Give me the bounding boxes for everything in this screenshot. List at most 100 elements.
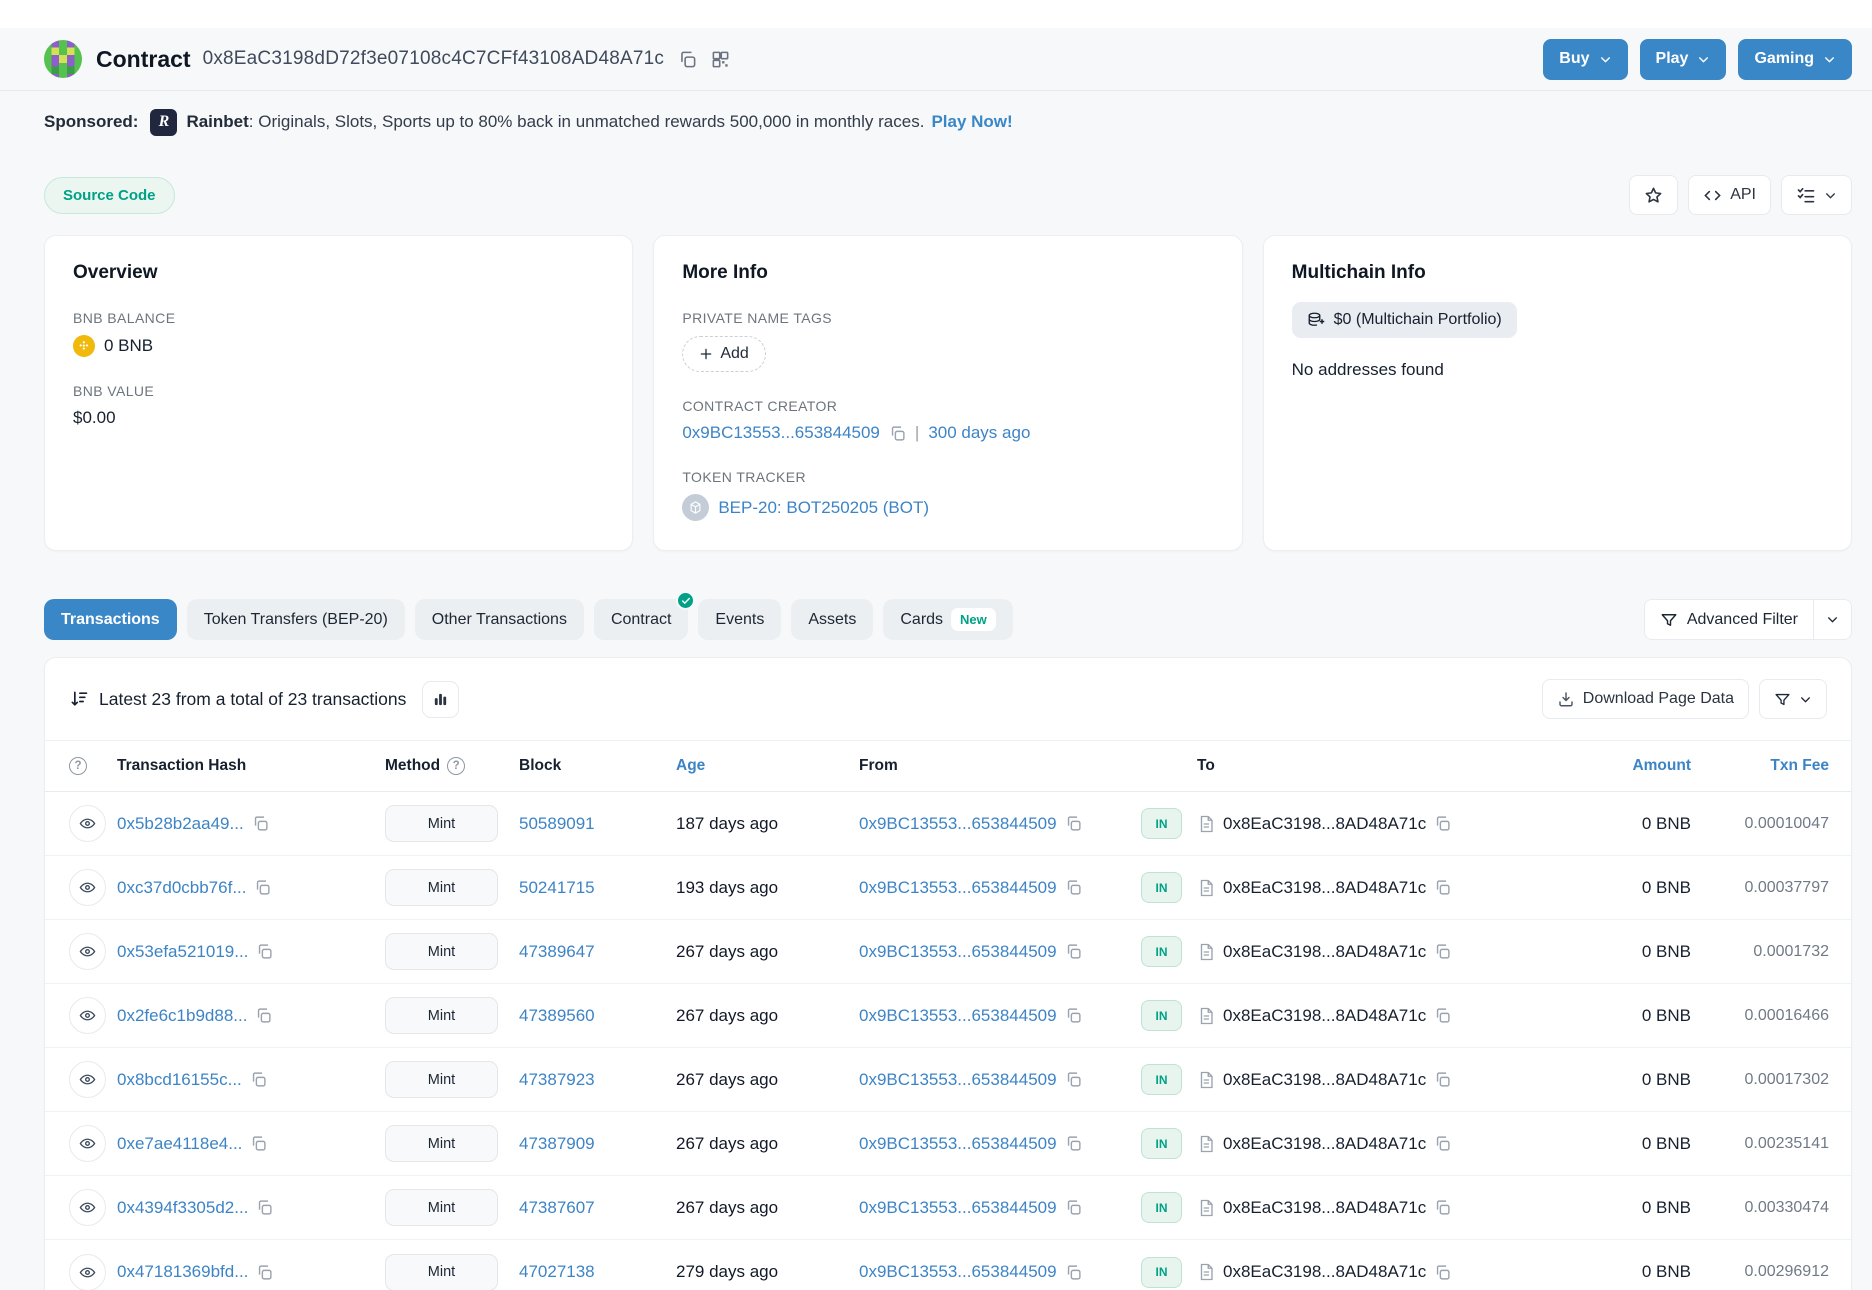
copy-icon[interactable] [1065,1199,1082,1216]
tab-cards[interactable]: CardsNew [883,599,1012,640]
method-badge[interactable]: Mint [385,933,498,970]
tx-preview-button[interactable] [69,997,106,1034]
token-tracker-link[interactable]: BEP-20: BOT250205 (BOT) [718,498,929,518]
copy-icon[interactable] [1065,815,1082,832]
tab-token-transfers-bep-20[interactable]: Token Transfers (BEP-20) [187,599,405,640]
copy-icon[interactable] [1434,943,1451,960]
block-link[interactable]: 47387909 [519,1134,595,1153]
copy-icon[interactable] [1065,1264,1082,1281]
copy-icon[interactable] [889,425,906,442]
from-address-link[interactable]: 0x9BC13553...653844509 [859,942,1057,962]
download-page-data-button[interactable]: Download Page Data [1542,679,1749,719]
creation-age-link[interactable]: 300 days ago [928,423,1030,443]
play-now-link[interactable]: Play Now! [931,112,1012,132]
from-address-link[interactable]: 0x9BC13553...653844509 [859,878,1057,898]
sponsored-label: Sponsored: [44,112,138,132]
tx-preview-button[interactable] [69,869,106,906]
copy-icon[interactable] [1434,1264,1451,1281]
tab-contract[interactable]: Contract [594,599,688,640]
from-address-link[interactable]: 0x9BC13553...653844509 [859,814,1057,834]
block-link[interactable]: 50241715 [519,878,595,897]
copy-icon[interactable] [250,1071,267,1088]
tx-preview-button[interactable] [69,805,106,842]
advanced-filter-caret[interactable] [1813,600,1851,639]
tx-preview-button[interactable] [69,1254,106,1290]
copy-icon[interactable] [250,1135,267,1152]
tx-hash-link[interactable]: 0x47181369bfd... [117,1262,248,1282]
col-amount-toggle[interactable]: Amount [1581,757,1691,775]
copy-icon[interactable] [1434,1199,1451,1216]
tx-preview-button[interactable] [69,1061,106,1098]
eye-icon [79,1199,96,1216]
tab-events[interactable]: Events [698,599,781,640]
chart-view-button[interactable] [422,681,459,718]
favorite-button[interactable] [1629,175,1678,215]
from-address-link[interactable]: 0x9BC13553...653844509 [859,1006,1057,1026]
qr-code-icon[interactable] [711,50,730,69]
method-badge[interactable]: Mint [385,1061,498,1098]
source-code-badge[interactable]: Source Code [44,177,175,214]
table-filter-button[interactable] [1759,679,1827,719]
advanced-filter-main[interactable]: Advanced Filter [1645,600,1813,639]
play-dropdown-button[interactable]: Play [1640,39,1727,80]
method-badge[interactable]: Mint [385,1189,498,1226]
copy-icon[interactable] [1065,879,1082,896]
block-link[interactable]: 50589091 [519,814,595,833]
copy-icon[interactable] [1065,1071,1082,1088]
add-name-tag-button[interactable]: Add [682,336,765,372]
tab-assets[interactable]: Assets [791,599,873,640]
tx-preview-button[interactable] [69,1189,106,1226]
tab-transactions[interactable]: Transactions [44,599,177,640]
tx-hash-link[interactable]: 0x5b28b2aa49... [117,814,244,834]
tx-hash-link[interactable]: 0x4394f3305d2... [117,1198,248,1218]
copy-icon[interactable] [1065,943,1082,960]
options-button[interactable] [1781,175,1852,215]
method-badge[interactable]: Mint [385,1254,498,1290]
from-address-link[interactable]: 0x9BC13553...653844509 [859,1134,1057,1154]
tx-hash-link[interactable]: 0xc37d0cbb76f... [117,878,246,898]
copy-icon[interactable] [1065,1135,1082,1152]
copy-icon[interactable] [256,943,273,960]
block-link[interactable]: 47387607 [519,1198,595,1217]
copy-icon[interactable] [1434,1007,1451,1024]
from-address-link[interactable]: 0x9BC13553...653844509 [859,1070,1057,1090]
tx-preview-button[interactable] [69,1125,106,1162]
method-badge[interactable]: Mint [385,997,498,1034]
tx-hash-link[interactable]: 0xe7ae4118e4... [117,1134,242,1154]
gaming-dropdown-button[interactable]: Gaming [1738,39,1852,80]
method-badge[interactable]: Mint [385,869,498,906]
api-button[interactable]: API [1688,175,1771,215]
copy-icon[interactable] [252,815,269,832]
method-badge[interactable]: Mint [385,1125,498,1162]
copy-icon[interactable] [1065,1007,1082,1024]
from-address-link[interactable]: 0x9BC13553...653844509 [859,1198,1057,1218]
col-fee-toggle[interactable]: Txn Fee [1691,757,1829,775]
tab-other-transactions[interactable]: Other Transactions [415,599,584,640]
method-badge[interactable]: Mint [385,805,498,842]
copy-icon[interactable] [254,879,271,896]
copy-icon[interactable] [1434,815,1451,832]
tx-hash-link[interactable]: 0x8bcd16155c... [117,1070,242,1090]
help-icon[interactable]: ? [447,757,465,775]
tx-preview-button[interactable] [69,933,106,970]
multichain-portfolio-badge[interactable]: $0 (Multichain Portfolio) [1292,302,1517,338]
block-link[interactable]: 47389560 [519,1006,595,1025]
block-link[interactable]: 47389647 [519,942,595,961]
creator-address-link[interactable]: 0x9BC13553...653844509 [682,423,880,443]
block-link[interactable]: 47027138 [519,1262,595,1281]
help-icon[interactable]: ? [69,757,87,775]
buy-dropdown-button[interactable]: Buy [1543,39,1627,80]
copy-address-icon[interactable] [678,50,697,69]
block-link[interactable]: 47387923 [519,1070,595,1089]
from-address-link[interactable]: 0x9BC13553...653844509 [859,1262,1057,1282]
copy-icon[interactable] [1434,1071,1451,1088]
tx-hash-link[interactable]: 0x2fe6c1b9d88... [117,1006,247,1026]
to-address: 0x8EaC3198...8AD48A71c [1223,1134,1426,1154]
tx-hash-link[interactable]: 0x53efa521019... [117,942,248,962]
copy-icon[interactable] [256,1199,273,1216]
copy-icon[interactable] [255,1007,272,1024]
col-age-toggle[interactable]: Age [641,757,859,775]
copy-icon[interactable] [1434,879,1451,896]
copy-icon[interactable] [1434,1135,1451,1152]
copy-icon[interactable] [256,1264,273,1281]
